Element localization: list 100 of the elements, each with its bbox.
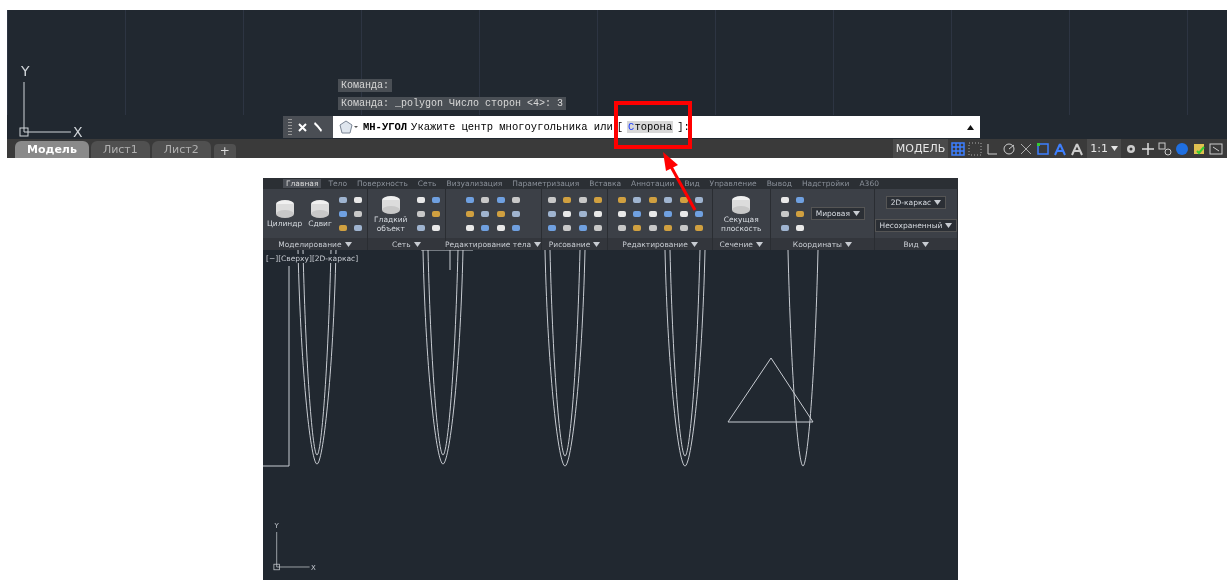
tool-icon[interactable] bbox=[480, 208, 491, 219]
tool-icon[interactable] bbox=[779, 222, 790, 233]
scale-button[interactable]: 1:1 bbox=[1087, 139, 1121, 158]
tool-icon[interactable] bbox=[678, 208, 689, 219]
tool-icon[interactable] bbox=[631, 208, 642, 219]
x-axis-label: X bbox=[73, 124, 83, 140]
tool-icon[interactable] bbox=[546, 208, 557, 219]
square-icon[interactable] bbox=[1036, 141, 1051, 156]
caret-icon[interactable] bbox=[921, 241, 929, 247]
fullscreen-icon[interactable] bbox=[1209, 141, 1223, 156]
tool-icon[interactable] bbox=[465, 208, 476, 219]
tool-icon[interactable] bbox=[592, 208, 603, 219]
tool-icon[interactable] bbox=[511, 194, 522, 205]
tool-icon[interactable] bbox=[577, 208, 588, 219]
plus-icon[interactable] bbox=[1141, 141, 1155, 156]
caret-icon[interactable] bbox=[690, 241, 698, 247]
caret-icon[interactable] bbox=[967, 124, 974, 130]
tool-icon[interactable] bbox=[678, 222, 689, 233]
tool-icon[interactable] bbox=[430, 194, 441, 205]
add-tab-button[interactable]: + bbox=[213, 144, 236, 158]
tool-icon[interactable] bbox=[647, 194, 658, 205]
caret-icon[interactable] bbox=[853, 211, 860, 216]
tool-icon[interactable] bbox=[415, 222, 426, 233]
tool-icon[interactable] bbox=[430, 222, 441, 233]
tool-icon[interactable] bbox=[693, 222, 704, 233]
tool-icon[interactable] bbox=[678, 194, 689, 205]
tool-icon[interactable] bbox=[496, 194, 507, 205]
annotation-icon[interactable] bbox=[1053, 141, 1068, 156]
polar-icon[interactable] bbox=[1002, 141, 1017, 156]
caret-icon[interactable] bbox=[934, 199, 942, 205]
tool-icon[interactable] bbox=[561, 222, 572, 233]
tool-icon[interactable] bbox=[430, 208, 441, 219]
tool-icon[interactable] bbox=[1192, 141, 1206, 156]
tool-icon[interactable] bbox=[561, 194, 572, 205]
option-link[interactable]: Сторона bbox=[627, 121, 674, 133]
tool-icon[interactable] bbox=[511, 208, 522, 219]
tool-icon[interactable] bbox=[647, 208, 658, 219]
tool-icon[interactable] bbox=[465, 222, 476, 233]
tool-icon[interactable] bbox=[546, 194, 557, 205]
tool-icon[interactable] bbox=[693, 208, 704, 219]
caret-icon[interactable] bbox=[755, 241, 763, 247]
annotation-icon[interactable] bbox=[1070, 141, 1085, 156]
tool-icon[interactable] bbox=[511, 222, 522, 233]
tool-icon[interactable] bbox=[779, 208, 790, 219]
tool-icon[interactable] bbox=[577, 222, 588, 233]
tool-icon[interactable] bbox=[794, 194, 805, 205]
tool-icon[interactable] bbox=[662, 194, 673, 205]
y-axis-label: Y bbox=[21, 63, 30, 79]
model-button[interactable]: МОДЕЛЬ bbox=[892, 139, 949, 158]
tool-icon[interactable] bbox=[561, 208, 572, 219]
tool-icon[interactable] bbox=[631, 194, 642, 205]
layout-tab[interactable]: Лист1 bbox=[90, 141, 150, 158]
grid-icon[interactable] bbox=[951, 141, 966, 156]
shapes-icon[interactable] bbox=[1158, 141, 1172, 156]
caret-icon[interactable] bbox=[534, 241, 542, 247]
tool-icon[interactable] bbox=[647, 222, 658, 233]
tool-icon[interactable] bbox=[496, 208, 507, 219]
tool-icon[interactable] bbox=[616, 222, 627, 233]
tool-icon[interactable] bbox=[794, 208, 805, 219]
caret-icon[interactable] bbox=[1111, 146, 1118, 151]
close-icon[interactable] bbox=[298, 122, 307, 132]
tool-icon[interactable] bbox=[480, 194, 491, 205]
tool-icon[interactable] bbox=[337, 194, 348, 205]
option-bracket: ]: bbox=[677, 121, 690, 133]
tool-icon[interactable] bbox=[465, 194, 476, 205]
solid-icon bbox=[309, 199, 332, 219]
tool-icon[interactable] bbox=[693, 194, 704, 205]
caret-icon[interactable] bbox=[593, 241, 601, 247]
ortho-icon[interactable] bbox=[985, 141, 1000, 156]
caret-icon[interactable] bbox=[344, 241, 352, 247]
tool-icon[interactable] bbox=[662, 222, 673, 233]
caret-icon[interactable] bbox=[413, 241, 421, 247]
solid-icon bbox=[273, 199, 296, 219]
tool-icon[interactable] bbox=[616, 208, 627, 219]
tool-icon[interactable] bbox=[577, 194, 588, 205]
tool-icon[interactable] bbox=[480, 222, 491, 233]
command-name: МН-УГОЛ bbox=[363, 121, 408, 133]
tool-icon[interactable] bbox=[592, 194, 603, 205]
layout-tab[interactable]: Лист2 bbox=[151, 141, 211, 158]
tool-icon[interactable] bbox=[779, 194, 790, 205]
tool-icon[interactable] bbox=[337, 222, 348, 233]
osnap-icon[interactable] bbox=[1019, 141, 1034, 156]
tool-icon[interactable] bbox=[352, 194, 363, 205]
caret-icon[interactable] bbox=[844, 241, 852, 247]
tool-icon[interactable] bbox=[415, 208, 426, 219]
tool-icon[interactable] bbox=[592, 222, 603, 233]
tool-icon[interactable] bbox=[496, 222, 507, 233]
tool-icon[interactable] bbox=[352, 208, 363, 219]
tool-icon[interactable] bbox=[546, 222, 557, 233]
tool-icon[interactable] bbox=[794, 222, 805, 233]
tool-icon[interactable] bbox=[616, 194, 627, 205]
tool-icon[interactable] bbox=[631, 222, 642, 233]
caret-icon[interactable] bbox=[945, 222, 953, 228]
tool-icon[interactable] bbox=[352, 222, 363, 233]
command-prompt: Укажите центр многоугольника или bbox=[411, 121, 613, 133]
polygon-icon bbox=[339, 120, 359, 134]
tool-icon[interactable] bbox=[662, 208, 673, 219]
tool-icon[interactable] bbox=[415, 194, 426, 205]
tool-icon[interactable] bbox=[337, 208, 348, 219]
ucs-icon bbox=[19, 81, 72, 137]
